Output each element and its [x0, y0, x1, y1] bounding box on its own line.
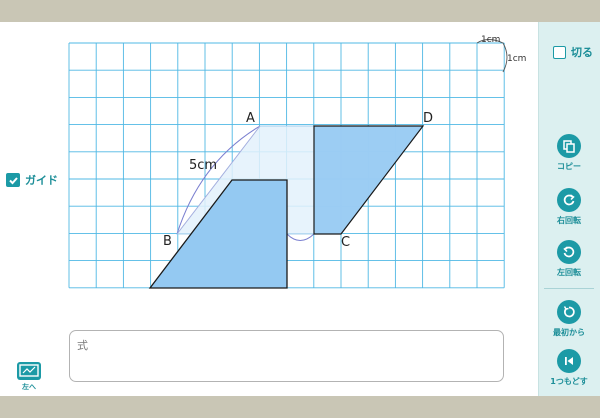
cut-label: 切る	[571, 46, 593, 59]
reset-label: 最初から	[553, 328, 585, 337]
formula-label: 式	[77, 339, 88, 352]
point-label-c: C	[341, 235, 350, 250]
nav-prev-label: 左へ	[22, 383, 36, 391]
point-label-d: D	[423, 111, 433, 126]
workspace: A B C D 5cm 1cm 1cm ガイド 式 左へ	[0, 22, 600, 396]
guide-checkbox[interactable]	[6, 173, 20, 187]
guide-arc-bc	[286, 233, 315, 241]
scale-label-top: 1cm	[481, 35, 500, 45]
skip-back-icon	[557, 349, 581, 373]
copy-button[interactable]: コピー	[540, 134, 598, 172]
point-label-a: A	[246, 111, 255, 126]
reset-icon	[557, 300, 581, 324]
copy-icon	[557, 134, 581, 158]
formula-input[interactable]: 式	[69, 330, 504, 382]
nav-prev-button[interactable]: 左へ	[14, 362, 44, 392]
check-icon	[8, 176, 18, 184]
length-label: 5cm	[189, 158, 217, 173]
cut-toggle[interactable]: 切る	[553, 44, 593, 60]
point-label-b: B	[163, 234, 172, 249]
guide-label: ガイド	[25, 174, 58, 187]
screen-icon	[19, 364, 39, 377]
rotate-right-icon	[557, 188, 581, 212]
rotate-left-label: 左回転	[557, 268, 581, 277]
scale-label-side: 1cm	[507, 54, 526, 64]
nav-prev-icon	[17, 362, 41, 380]
cut-checkbox[interactable]	[553, 45, 566, 59]
rotate-left-button[interactable]: 左回転	[540, 240, 598, 278]
panel-divider	[544, 288, 594, 289]
reset-button[interactable]: 最初から	[540, 300, 598, 338]
rotate-right-label: 右回転	[557, 216, 581, 225]
guide-toggle[interactable]: ガイド	[6, 172, 58, 188]
copy-label: コピー	[557, 162, 581, 171]
rotate-left-icon	[557, 240, 581, 264]
undo-label: 1つもどす	[550, 377, 588, 386]
undo-button[interactable]: 1つもどす	[540, 349, 598, 387]
rotate-right-button[interactable]: 右回転	[540, 188, 598, 226]
